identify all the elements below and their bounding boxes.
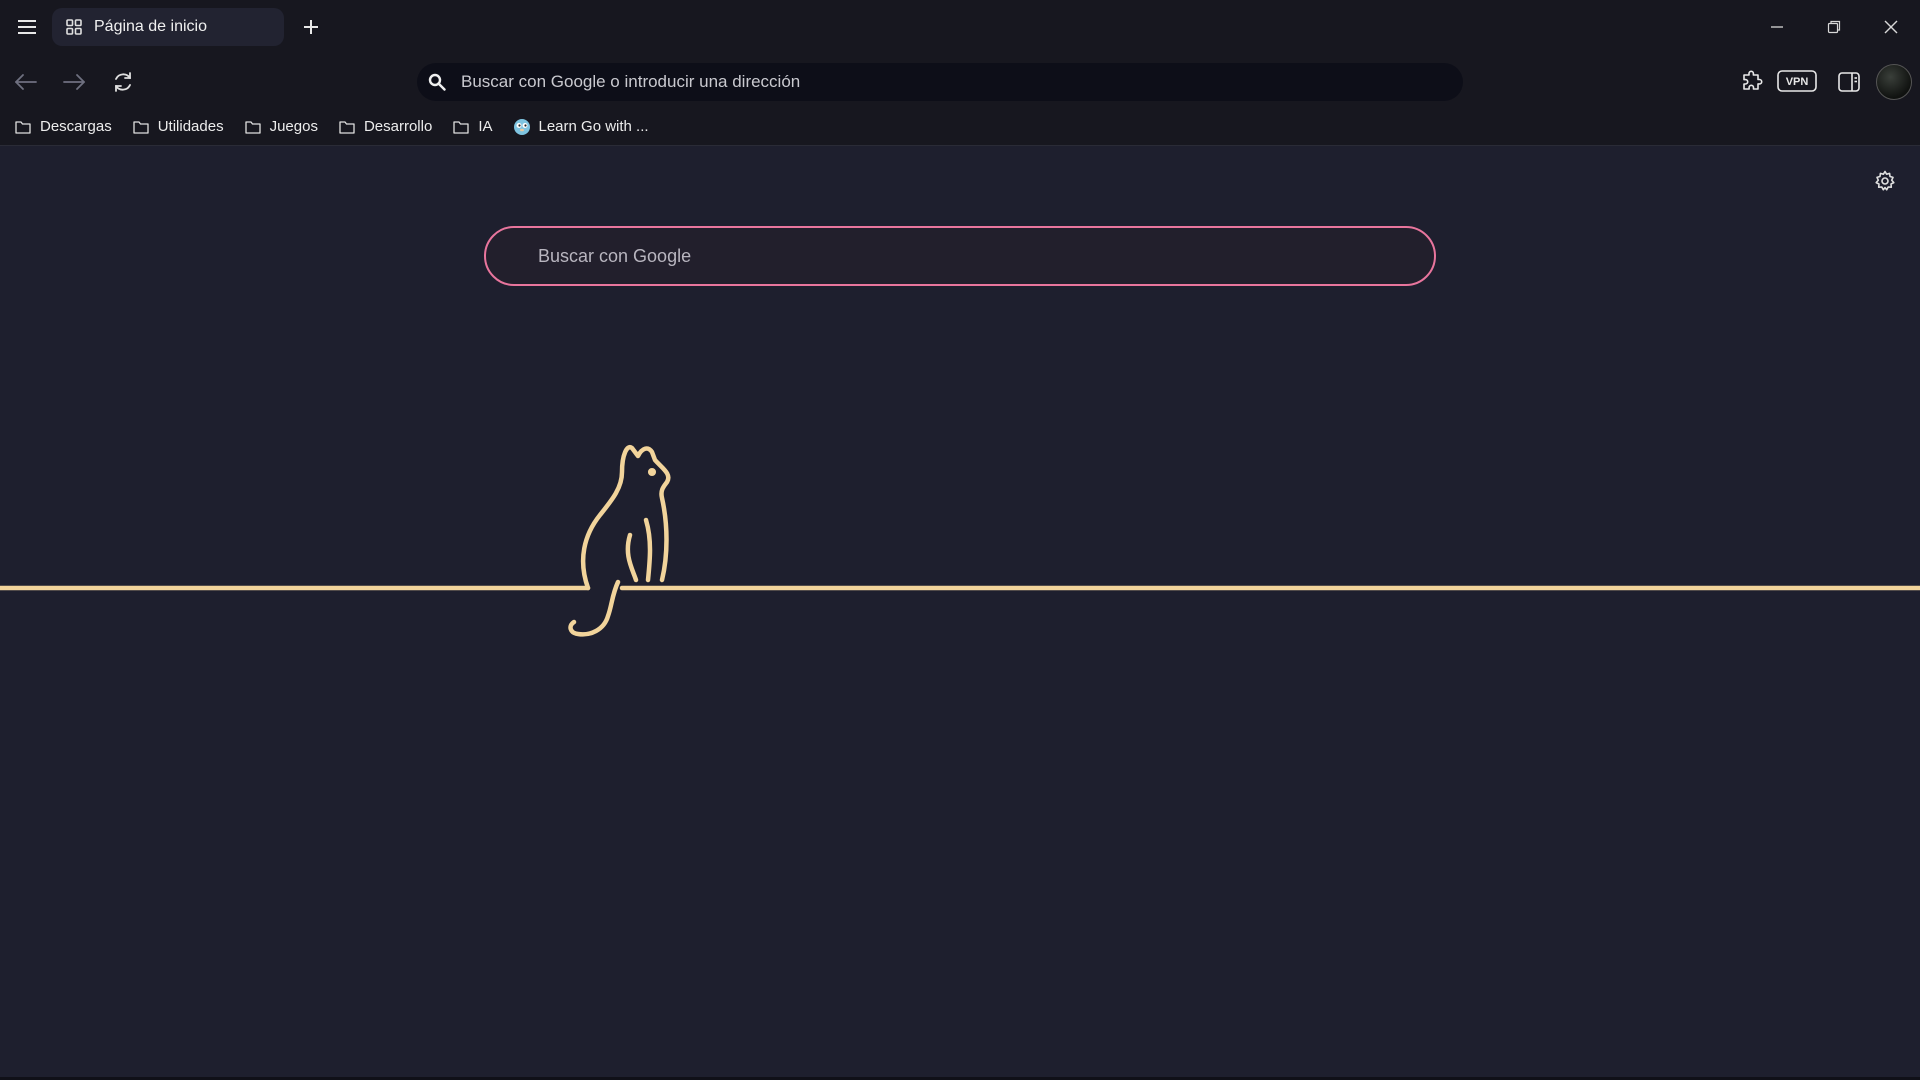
new-tab-plus-icon[interactable]: [296, 14, 326, 40]
bookmark-learn-go[interactable]: Learn Go with ...: [513, 118, 649, 136]
title-bar: Página de inicio: [0, 0, 1920, 54]
address-bar[interactable]: [417, 63, 1463, 101]
bookmark-label: Desarrollo: [363, 118, 433, 135]
vpn-button[interactable]: VPN: [1777, 69, 1817, 93]
google-search-input[interactable]: [536, 244, 1434, 268]
gopher-favicon-icon: [513, 118, 531, 136]
bookmark-ia[interactable]: IA: [452, 118, 493, 136]
folder-icon: [14, 118, 32, 136]
back-arrow-icon[interactable]: [10, 66, 42, 98]
gear-icon[interactable]: [1872, 168, 1898, 194]
cat-line-art: [0, 444, 1920, 637]
tab-homepage[interactable]: Página de inicio: [52, 8, 284, 46]
folder-icon: [452, 118, 470, 136]
address-input[interactable]: [459, 71, 1463, 93]
folder-icon: [132, 118, 150, 136]
tab-title: Página de inicio: [94, 18, 207, 35]
bookmark-juegos[interactable]: Juegos: [244, 118, 318, 136]
bookmark-descargas[interactable]: Descargas: [14, 118, 112, 136]
folder-icon: [244, 118, 262, 136]
navigation-bar: VPN: [0, 54, 1920, 108]
bookmark-label: Learn Go with ...: [538, 118, 649, 135]
forward-arrow-icon[interactable]: [58, 66, 90, 98]
grid-icon: [64, 17, 84, 37]
bookmark-label: Descargas: [40, 118, 112, 135]
close-icon[interactable]: [1866, 8, 1916, 46]
vpn-label: VPN: [1786, 76, 1809, 88]
bookmark-utilidades[interactable]: Utilidades: [132, 118, 224, 136]
profile-avatar[interactable]: [1876, 64, 1912, 100]
restore-icon[interactable]: [1809, 8, 1859, 46]
sidebar-toggle-icon[interactable]: [1833, 66, 1865, 98]
minimize-icon[interactable]: [1752, 8, 1802, 46]
extensions-puzzle-icon[interactable]: [1736, 66, 1768, 98]
reload-icon[interactable]: [107, 66, 139, 98]
bookmark-label: IA: [478, 118, 493, 135]
folder-icon: [338, 118, 356, 136]
google-search-box[interactable]: [484, 226, 1436, 286]
bookmarks-bar: Descargas Utilidades Juegos Desarrollo I…: [0, 108, 1920, 146]
bookmark-label: Juegos: [269, 118, 318, 135]
bookmark-desarrollo[interactable]: Desarrollo: [338, 118, 432, 136]
search-icon: [427, 72, 447, 92]
menu-icon[interactable]: [12, 14, 42, 40]
bookmark-label: Utilidades: [157, 118, 224, 135]
